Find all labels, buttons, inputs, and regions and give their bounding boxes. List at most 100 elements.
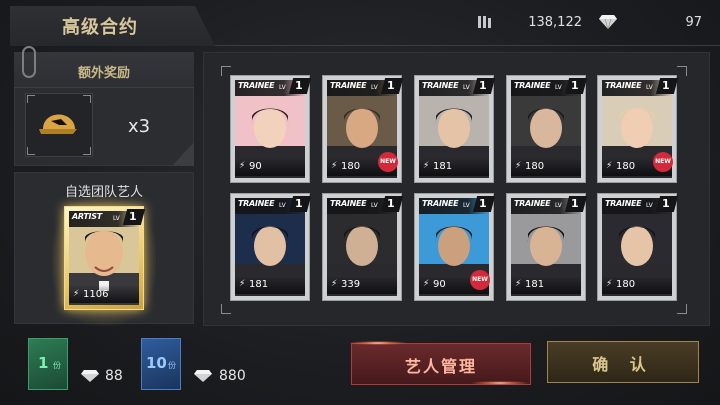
level-value: 1 [129,210,137,223]
power-value: 339 [341,279,361,290]
pack-price: 880 [219,368,246,384]
trainee-card[interactable]: TRAINEE LV 1 ⚡ 180 [506,75,588,183]
new-badge: NEW [378,152,398,172]
level-label: LV [555,202,562,209]
card-brand: TRAINEE [330,81,367,90]
level-value: 1 [295,197,303,210]
pack-unit: 份 [168,361,176,370]
featured-artist-card[interactable]: ARTIST LV 1 ⚡ 1106 [64,206,146,310]
stat-bar [235,276,305,294]
level-label: LV [646,84,653,91]
bolt-icon: ⚡ [606,279,613,289]
power-value: 1106 [83,289,109,300]
power-value: 181 [249,279,269,290]
reward-quantity: x3 [128,116,151,137]
glow-flare [348,341,408,345]
level-label: LV [463,84,470,91]
power-value: 90 [433,279,446,290]
trainee-card[interactable]: TRAINEE LV 1 ⚡ 180 NEW [322,75,404,183]
bolt-icon: ⚡ [331,279,338,289]
power-value: 181 [433,161,453,172]
trainee-card[interactable]: TRAINEE LV 1 ⚡ 181 [230,193,312,301]
card-brand: TRAINEE [514,199,551,208]
level-label: LV [555,84,562,91]
glow-flare [470,381,530,385]
stat-bar [511,276,581,294]
bonus-label: 额外奖励 [77,66,130,81]
stat-bar [327,276,397,294]
bolt-icon: ⚡ [239,161,246,171]
corner-bracket [221,304,231,314]
divider [215,45,720,46]
power-value: 90 [249,161,262,172]
stat-bar [602,276,672,294]
trainee-card[interactable]: TRAINEE LV 1 ⚡ 180 NEW [597,75,679,183]
trainee-card[interactable]: TRAINEE LV 1 ⚡ 181 [506,193,588,301]
page-title: 高级合约 [62,17,138,38]
confirm-label: 确 认 [592,355,654,374]
bolt-icon: ⚡ [515,279,522,289]
corner-bracket [677,304,687,314]
corner-mark [27,147,35,155]
gem-amount: 97 [685,15,702,30]
pack-price: 88 [105,368,123,384]
level-label: LV [371,84,378,91]
corner-mark [83,147,91,155]
power-value: 180 [341,161,361,172]
level-label: LV [463,202,470,209]
level-value: 1 [571,197,579,210]
card-brand: ARTIST [72,212,102,221]
new-badge: NEW [470,270,490,290]
corner-bracket [677,66,687,76]
bolt-icon: ⚡ [515,161,522,171]
power-value: 181 [525,279,545,290]
card-brand: TRAINEE [422,81,459,90]
card-brand: TRAINEE [238,81,275,90]
power-value: 180 [525,161,545,172]
level-label: LV [646,202,653,209]
power-value: 180 [616,161,636,172]
level-label: LV [113,215,120,222]
power-value: 180 [616,279,636,290]
level-label: LV [371,202,378,209]
level-value: 1 [479,197,487,210]
card-brand: TRAINEE [514,81,551,90]
level-label: LV [279,84,286,91]
level-value: 1 [387,79,395,92]
diamond-icon [81,370,99,382]
bolt-icon: ⚡ [239,279,246,289]
level-label: LV [279,202,286,209]
trainee-card[interactable]: TRAINEE LV 1 ⚡ 90 NEW [414,193,496,301]
pack-count: 10 [146,354,167,372]
currency-amount: 138,122 [528,15,582,30]
stat-bar [419,158,489,176]
trainee-card[interactable]: TRAINEE LV 1 ⚡ 339 [322,193,404,301]
diamond-icon [599,15,617,30]
level-value: 1 [571,79,579,92]
level-value: 1 [662,79,670,92]
card-brand: TRAINEE [330,199,367,208]
trainee-card[interactable]: TRAINEE LV 1 ⚡ 180 [597,193,679,301]
new-badge: NEW [653,152,673,172]
level-value: 1 [295,79,303,92]
cap-icon [39,114,77,134]
stack-icon [478,16,491,28]
card-brand: TRAINEE [605,199,642,208]
card-brand: TRAINEE [238,199,275,208]
bolt-icon: ⚡ [423,161,430,171]
stat-bar [235,158,305,176]
top-bar: 高级合约 138,122 97 [0,0,720,46]
pack-unit: 份 [53,361,61,370]
level-value: 1 [387,197,395,210]
bolt-icon: ⚡ [423,279,430,289]
level-value: 1 [479,79,487,92]
contract-screen: 高级合约 138,122 97 额外奖励 x3 自选团队艺人 ARTIST LV… [0,0,720,405]
card-brand: TRAINEE [422,199,459,208]
corner-mark [83,95,91,103]
diamond-icon [194,370,212,382]
pack-count: 1 [38,354,49,372]
stat-bar [511,158,581,176]
trainee-card[interactable]: TRAINEE LV 1 ⚡ 181 [414,75,496,183]
level-value: 1 [662,197,670,210]
trainee-card[interactable]: TRAINEE LV 1 ⚡ 90 [230,75,312,183]
